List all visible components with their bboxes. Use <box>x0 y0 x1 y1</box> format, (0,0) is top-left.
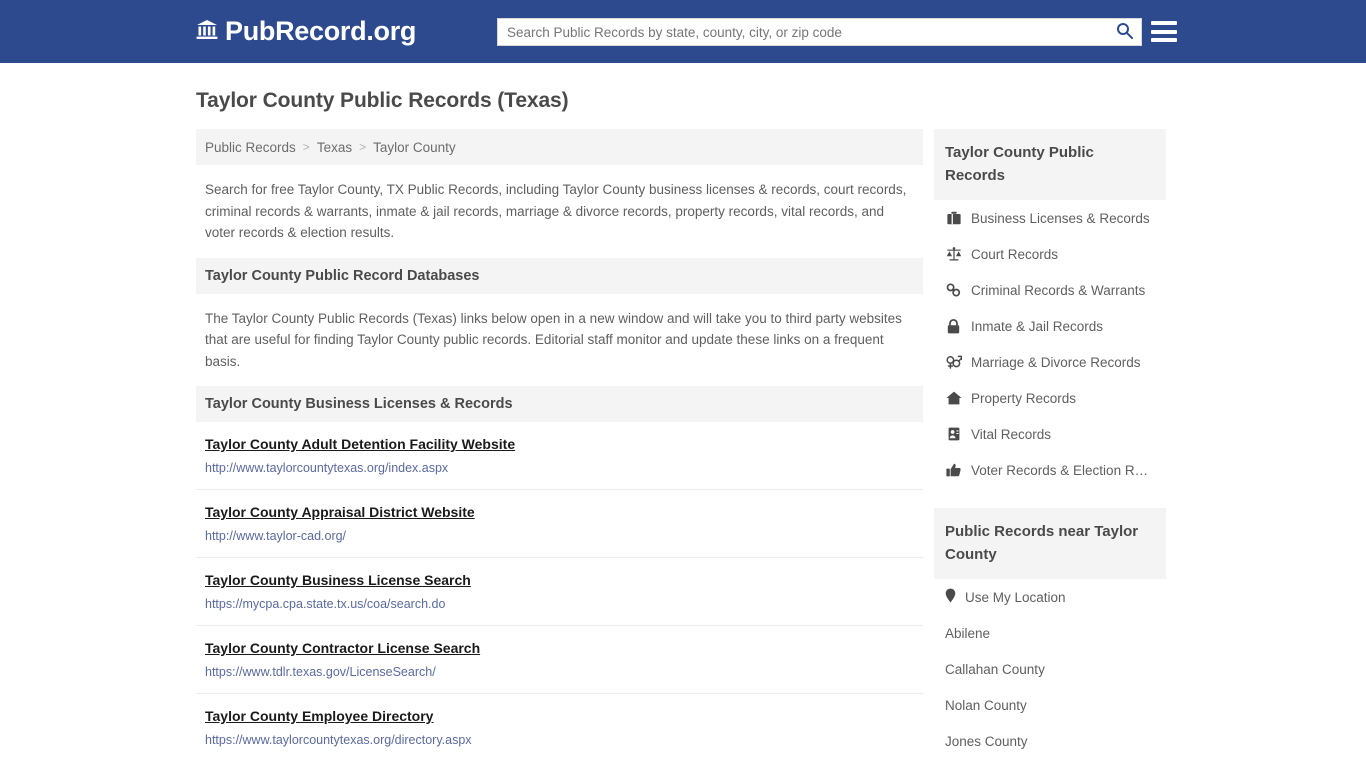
see-all-row: See all Taylor County Business Licenses … <box>196 761 923 768</box>
databases-paragraph: The Taylor County Public Records (Texas)… <box>205 310 902 369</box>
lock-icon <box>945 318 962 334</box>
record-link-title[interactable]: Taylor County Employee Directory <box>205 708 433 724</box>
briefcase-icon <box>945 211 962 225</box>
sidebar-item-label: Marriage & Divorce Records <box>971 354 1141 370</box>
hamburger-menu-icon <box>1151 29 1177 34</box>
sidebar-item-nolan-county[interactable]: Nolan County <box>934 687 1166 723</box>
sidebar-near-heading: Public Records near Taylor County <box>934 508 1166 579</box>
search-button[interactable] <box>1107 19 1141 45</box>
record-link-url[interactable]: https://www.taylorcountytexas.org/direct… <box>205 732 914 748</box>
site-header: PubRecord.org <box>0 0 1366 63</box>
hamburger-menu-button[interactable] <box>1151 19 1177 44</box>
breadcrumb-separator-icon: > <box>302 140 310 154</box>
sidebar-item-inmate-jail-records[interactable]: Inmate & Jail Records <box>934 308 1166 344</box>
sidebar-item-label: Inmate & Jail Records <box>971 318 1104 334</box>
list-item: Taylor County Contractor License Search … <box>196 626 923 694</box>
sidebar-item-marriage-divorce-records[interactable]: Marriage & Divorce Records <box>934 344 1166 380</box>
hamburger-menu-icon <box>1151 38 1177 42</box>
list-item: Taylor County Appraisal District Website… <box>196 490 923 558</box>
sidebar-near-list: Use My Location Abilene Callahan County … <box>934 579 1166 768</box>
breadcrumb-separator-icon: > <box>359 140 367 154</box>
sidebar-item-label: Voter Records & Election R… <box>971 462 1149 478</box>
record-link-list: Taylor County Adult Detention Facility W… <box>196 422 923 761</box>
sidebar-item-callahan-county[interactable]: Callahan County <box>934 651 1166 687</box>
sidebar-item-jones-county[interactable]: Jones County <box>934 723 1166 759</box>
record-link-title[interactable]: Taylor County Adult Detention Facility W… <box>205 436 515 452</box>
hamburger-menu-icon <box>1151 21 1177 25</box>
sidebar-records-heading: Taylor County Public Records <box>934 129 1166 200</box>
bank-icon <box>196 19 218 45</box>
breadcrumb: Public Records > Texas > Taylor County <box>196 129 923 165</box>
thumbs-up-icon <box>945 463 962 477</box>
record-link-title[interactable]: Taylor County Appraisal District Website <box>205 504 475 520</box>
intro-paragraph: Search for free Taylor County, TX Public… <box>205 182 907 240</box>
sidebar-item-vital-records[interactable]: Vital Records <box>934 416 1166 452</box>
sidebar-item-use-my-location[interactable]: Use My Location <box>934 579 1166 615</box>
record-link-url[interactable]: http://www.taylor-cad.org/ <box>205 528 914 544</box>
sidebar-records-list: Business Licenses & Records Court Record… <box>934 200 1166 488</box>
sidebar-item-abilene[interactable]: Abilene <box>934 615 1166 651</box>
handcuffs-icon <box>945 283 962 297</box>
site-logo[interactable]: PubRecord.org <box>196 18 416 45</box>
record-link-url[interactable]: http://www.taylorcountytexas.org/index.a… <box>205 460 914 476</box>
sidebar-item-label: Use My Location <box>965 589 1066 605</box>
page-title: Taylor County Public Records (Texas) <box>196 89 569 112</box>
sidebar-item-label: Abilene <box>945 625 991 641</box>
list-item: Taylor County Adult Detention Facility W… <box>196 422 923 490</box>
record-link-title[interactable]: Taylor County Contractor License Search <box>205 640 480 656</box>
search-input[interactable] <box>498 19 1107 45</box>
sidebar-item-runnels-county[interactable]: Runnels County <box>934 759 1166 768</box>
breadcrumb-item-public-records[interactable]: Public Records <box>205 140 296 155</box>
sidebar-item-label: Vital Records <box>971 426 1052 442</box>
sidebar-item-label: Jones County <box>945 733 1028 749</box>
record-link-title[interactable]: Taylor County Business License Search <box>205 572 471 588</box>
record-link-url[interactable]: https://mycpa.cpa.state.tx.us/coa/search… <box>205 596 914 612</box>
sidebar-item-court-records[interactable]: Court Records <box>934 236 1166 272</box>
sidebar-item-label: Business Licenses & Records <box>971 210 1150 226</box>
sidebar: Taylor County Public Records Business Li… <box>934 129 1166 768</box>
list-item: Taylor County Business License Search ht… <box>196 558 923 626</box>
sidebar-item-voter-records[interactable]: Voter Records & Election R… <box>934 452 1166 488</box>
record-link-url[interactable]: https://www.tdlr.texas.gov/LicenseSearch… <box>205 664 914 680</box>
sidebar-item-criminal-records[interactable]: Criminal Records & Warrants <box>934 272 1166 308</box>
home-icon <box>945 391 962 405</box>
sidebar-item-property-records[interactable]: Property Records <box>934 380 1166 416</box>
list-item: Taylor County Employee Directory https:/… <box>196 694 923 761</box>
main-content: Public Records > Texas > Taylor County S… <box>196 129 923 768</box>
sidebar-item-label: Criminal Records & Warrants <box>971 282 1146 298</box>
site-logo-text: PubRecord.org <box>225 16 417 46</box>
sidebar-item-business-licenses[interactable]: Business Licenses & Records <box>934 200 1166 236</box>
sidebar-item-label: Property Records <box>971 390 1077 406</box>
business-licenses-heading: Taylor County Business Licenses & Record… <box>196 386 923 422</box>
breadcrumb-item-taylor-county[interactable]: Taylor County <box>373 140 456 155</box>
search-bar[interactable] <box>497 18 1142 46</box>
map-pin-icon <box>945 588 956 606</box>
search-icon <box>1116 22 1133 42</box>
scales-of-justice-icon <box>945 247 962 261</box>
breadcrumb-item-texas[interactable]: Texas <box>317 140 352 155</box>
databases-heading: Taylor County Public Record Databases <box>196 257 923 294</box>
sidebar-item-label: Callahan County <box>945 661 1045 677</box>
venus-mars-icon <box>945 355 962 369</box>
sidebar-item-label: Nolan County <box>945 697 1027 713</box>
id-card-icon <box>945 427 962 441</box>
page-body: Taylor County Public Records (Texas) Pub… <box>0 63 1366 768</box>
sidebar-item-label: Court Records <box>971 246 1059 262</box>
